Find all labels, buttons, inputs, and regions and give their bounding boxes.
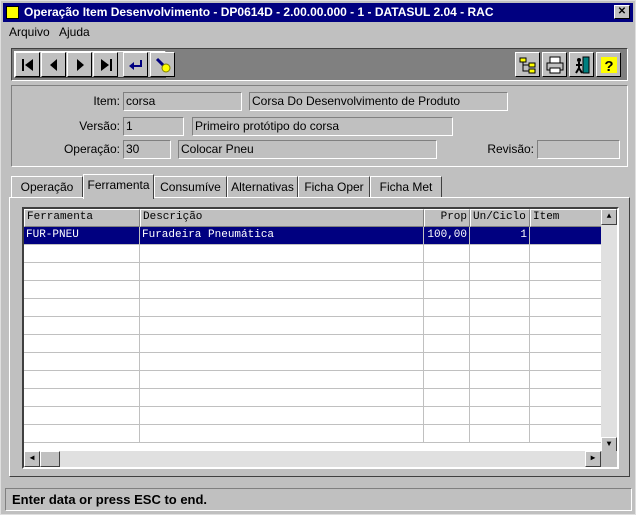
revisao-label: Revisão:	[487, 142, 534, 156]
cell-ferramenta[interactable]: FUR-PNEU	[24, 227, 140, 245]
search-button[interactable]	[150, 52, 175, 77]
print-icon	[546, 56, 563, 73]
column-header-descricao[interactable]: Descrição	[140, 209, 424, 227]
grid-header: Ferramenta Descrição Prop Un/Ciclo Item	[24, 209, 605, 227]
empty-row	[24, 263, 604, 281]
revisao-field[interactable]	[537, 140, 620, 159]
table-row[interactable]: FUR-PNEU Furadeira Pneumática 100,00 1	[24, 227, 604, 245]
exit-icon	[574, 56, 589, 74]
main-window: Operação Item Desenvolvimento - DP0614D …	[0, 0, 636, 515]
exit-button[interactable]	[569, 52, 594, 77]
svg-text:?: ?	[604, 58, 613, 74]
title-bar: Operação Item Desenvolvimento - DP0614D …	[3, 3, 633, 22]
empty-row	[24, 335, 604, 353]
empty-row	[24, 353, 604, 371]
help-icon: ?	[600, 56, 617, 74]
status-bar: Enter data or press ESC to end.	[5, 488, 632, 511]
first-icon	[21, 58, 33, 71]
empty-row	[24, 299, 604, 317]
versao-label: Versão:	[79, 119, 120, 133]
empty-row	[24, 425, 604, 443]
header-panel: Item: corsa Corsa Do Desenvolvimento de …	[11, 85, 628, 167]
tab-operacao[interactable]: Operação	[11, 176, 83, 198]
scroll-right-button[interactable]: ▶	[585, 451, 601, 467]
goto-button[interactable]	[123, 52, 148, 77]
print-button[interactable]	[542, 52, 567, 77]
item-description-field: Corsa Do Desenvolvimento de Produto	[249, 92, 508, 111]
menu-ajuda[interactable]: Ajuda	[59, 25, 90, 39]
tree-icon	[519, 57, 535, 73]
help-button[interactable]: ?	[596, 52, 621, 77]
empty-row	[24, 281, 604, 299]
column-header-item[interactable]: Item	[530, 209, 605, 227]
versao-description-field: Primeiro protótipo do corsa	[192, 117, 453, 136]
next-icon	[76, 58, 84, 71]
toolbar: ?	[11, 48, 628, 81]
versao-code-field[interactable]: 1	[123, 117, 184, 136]
tab-ficha-met[interactable]: Ficha Met	[370, 176, 442, 198]
cell-item[interactable]	[530, 227, 604, 245]
empty-row	[24, 245, 604, 263]
operacao-description-field: Colocar Pneu	[178, 140, 437, 159]
menu-arquivo[interactable]: Arquivo	[9, 25, 50, 39]
ferramenta-grid[interactable]: Ferramenta Descrição Prop Un/Ciclo Item …	[22, 207, 619, 469]
operacao-code-field[interactable]: 30	[123, 140, 171, 159]
cell-un-ciclo[interactable]: 1	[470, 227, 530, 245]
tree-button[interactable]	[515, 52, 540, 77]
tab-consumiveis[interactable]: Consumíve	[154, 176, 227, 198]
column-header-ferramenta[interactable]: Ferramenta	[24, 209, 140, 227]
column-header-prop[interactable]: Prop	[424, 209, 470, 227]
scroll-up-button[interactable]: ▲	[601, 209, 617, 225]
empty-row	[24, 389, 604, 407]
next-record-button[interactable]	[67, 52, 92, 77]
scroll-left-button[interactable]: ◀	[24, 451, 40, 467]
column-header-un-ciclo[interactable]: Un/Ciclo	[470, 209, 530, 227]
tab-ferramenta[interactable]: Ferramenta	[83, 174, 154, 199]
search-icon	[155, 57, 170, 72]
empty-row	[24, 371, 604, 389]
grid-body: FUR-PNEU Furadeira Pneumática 100,00 1	[24, 227, 604, 443]
last-record-button[interactable]	[93, 52, 118, 77]
scroll-corner	[601, 451, 617, 467]
app-icon	[6, 6, 19, 19]
horizontal-scrollbar[interactable]: ◀ ▶	[24, 451, 601, 467]
cell-descricao[interactable]: Furadeira Pneumática	[140, 227, 424, 245]
close-button[interactable]: ✕	[614, 5, 630, 19]
tab-panel-ferramenta: Ferramenta Descrição Prop Un/Ciclo Item …	[9, 197, 630, 477]
goto-icon	[128, 59, 142, 70]
item-code-field[interactable]: corsa	[123, 92, 242, 111]
scroll-thumb[interactable]	[40, 451, 60, 467]
empty-row	[24, 407, 604, 425]
tab-alternativas[interactable]: Alternativas	[227, 176, 298, 198]
last-icon	[100, 58, 112, 71]
first-record-button[interactable]	[15, 52, 40, 77]
previous-record-button[interactable]	[41, 52, 66, 77]
menu-bar: Arquivo Ajuda	[3, 23, 633, 42]
empty-row	[24, 317, 604, 335]
window-title: Operação Item Desenvolvimento - DP0614D …	[24, 5, 494, 19]
tab-ficha-oper[interactable]: Ficha Oper	[298, 176, 370, 198]
item-label: Item:	[93, 94, 120, 108]
operacao-label: Operação:	[63, 142, 120, 156]
previous-icon	[49, 58, 57, 71]
vertical-scrollbar[interactable]: ▲ ▼	[601, 209, 617, 453]
cell-prop[interactable]: 100,00	[424, 227, 470, 245]
